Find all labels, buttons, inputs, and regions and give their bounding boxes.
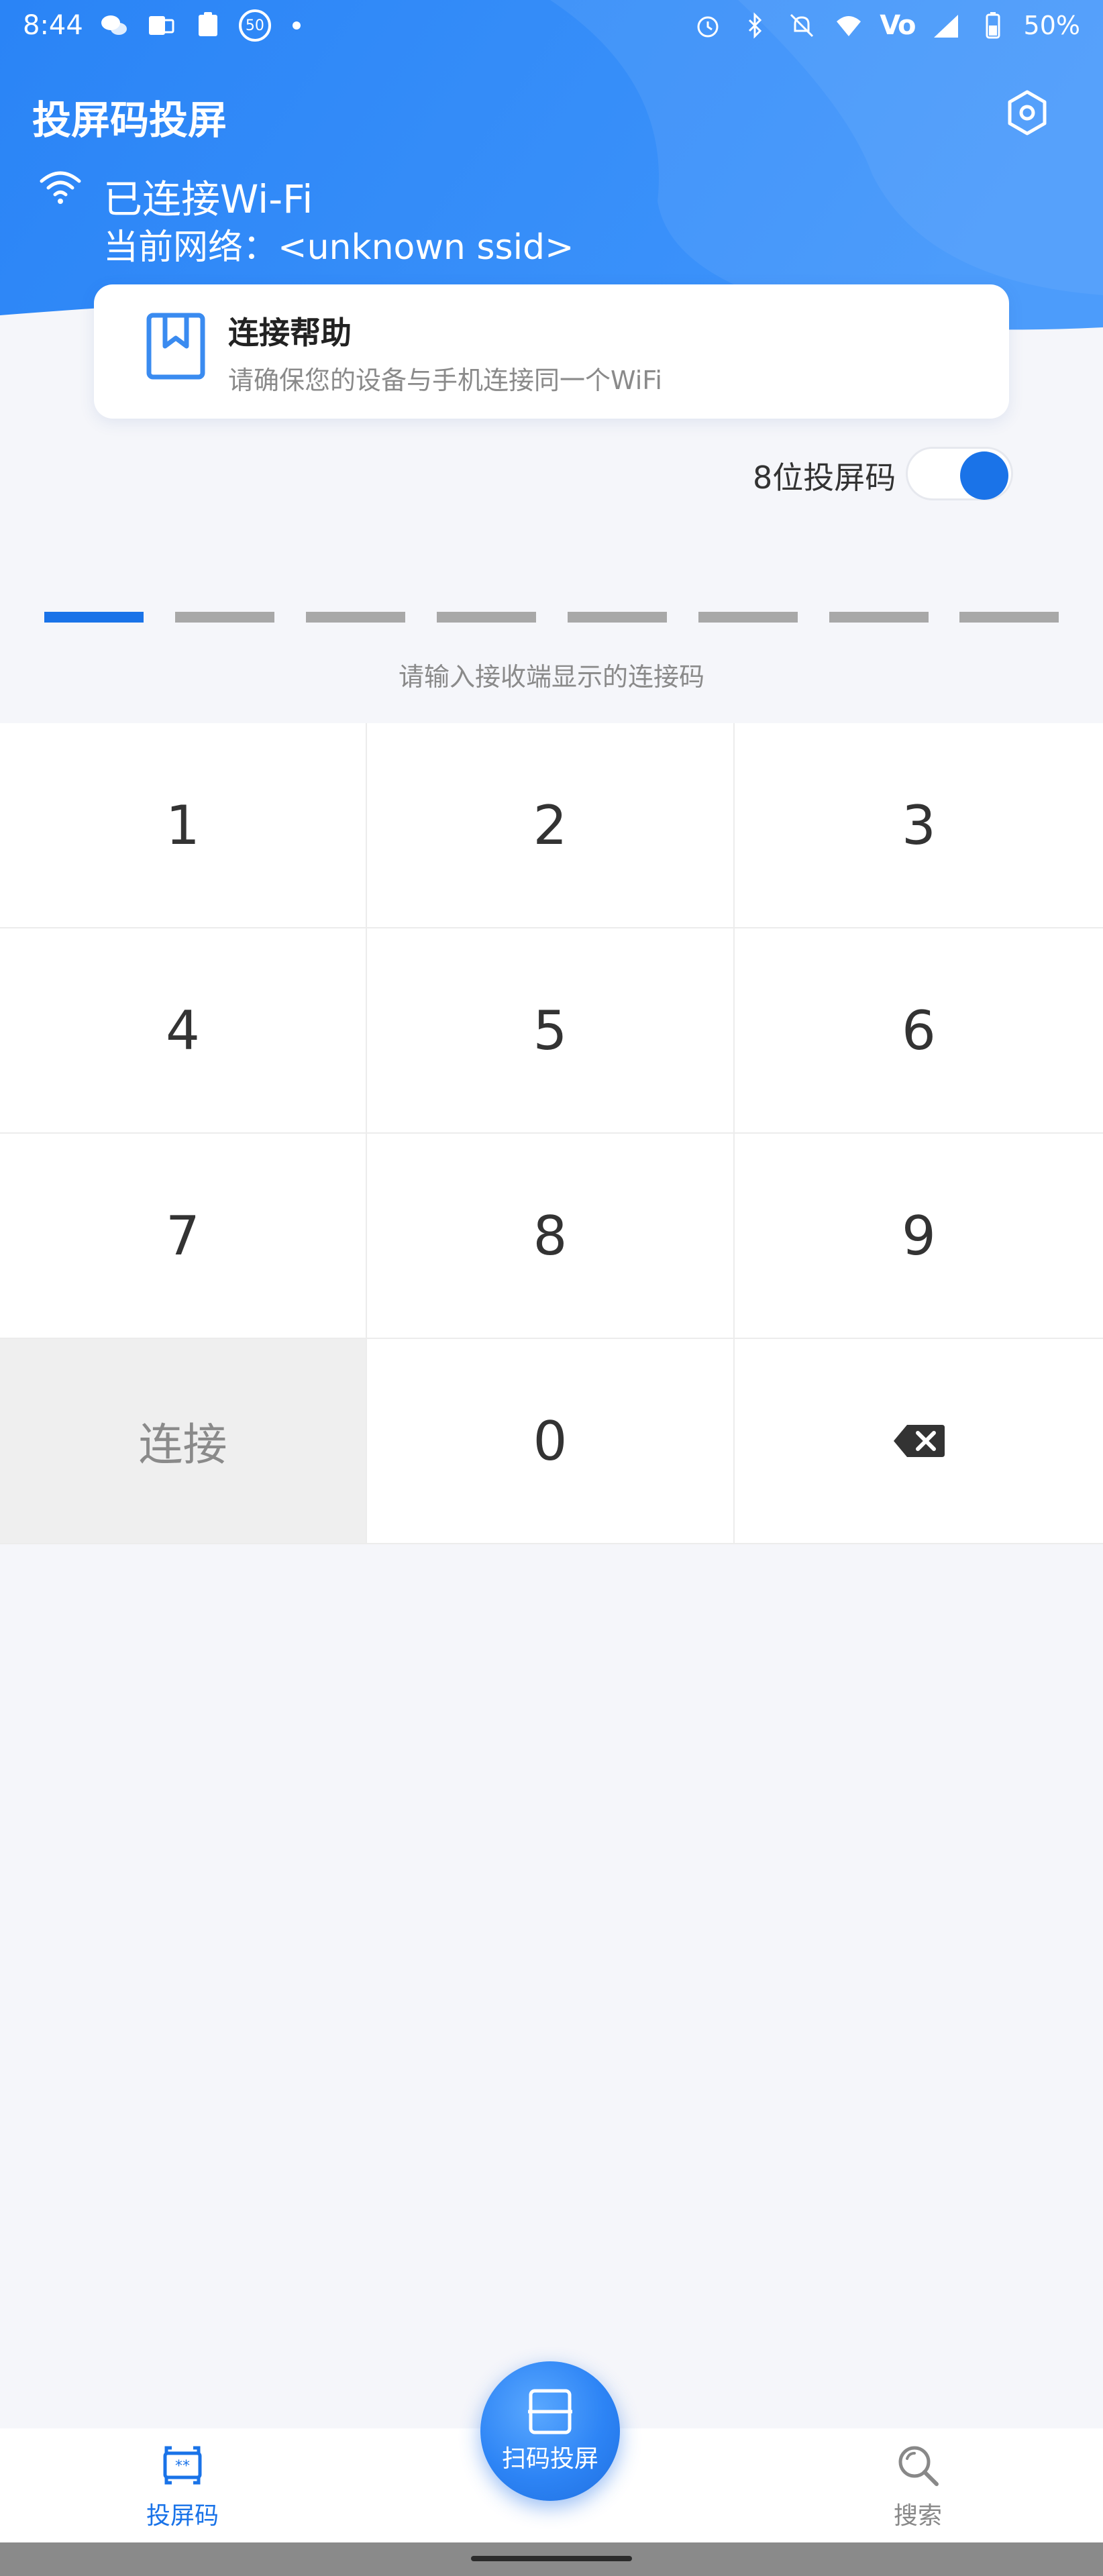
- wechat-icon: [98, 9, 130, 42]
- key-0[interactable]: 0: [367, 1339, 735, 1544]
- scan-cast-label: 扫码投屏: [501, 2445, 598, 2473]
- page-title: 投屏码投屏: [32, 97, 227, 143]
- code-slot: [437, 612, 536, 623]
- clipboard-icon: [192, 9, 224, 42]
- key-3[interactable]: 3: [735, 723, 1103, 928]
- system-gesture-bar: [0, 2542, 1103, 2576]
- key-2[interactable]: 2: [367, 723, 735, 928]
- wifi-icon: [40, 171, 81, 204]
- connection-help-card[interactable]: 连接帮助 请确保您的设备与手机连接同一个WiFi: [94, 284, 1009, 419]
- bluetooth-icon: [739, 9, 771, 42]
- code-slot: [175, 612, 274, 623]
- key-9[interactable]: 9: [735, 1134, 1103, 1339]
- bookmark-book-icon: [146, 313, 205, 380]
- code-slot: [829, 612, 929, 623]
- connect-button[interactable]: 连接: [0, 1339, 367, 1544]
- status-bar: 8:44 50 Vo 50%: [0, 0, 1103, 51]
- nav-search[interactable]: 搜索: [817, 2428, 1018, 2542]
- wifi-status-text: 已连接Wi-Fi: [103, 176, 313, 222]
- key-6[interactable]: 6: [735, 928, 1103, 1134]
- settings-button[interactable]: [1004, 86, 1051, 140]
- battery-percent: 50%: [1023, 11, 1080, 40]
- code-slot: [44, 612, 144, 623]
- status-time: 8:44: [23, 10, 83, 41]
- key-1[interactable]: 1: [0, 723, 367, 928]
- nav-cast-code[interactable]: ** 投屏码: [82, 2428, 283, 2542]
- wifi-indicator: [39, 168, 82, 205]
- current-network-text: 当前网络：<unknown ssid>: [103, 227, 574, 268]
- backspace-icon: [893, 1425, 945, 1457]
- outlook-icon: [145, 9, 177, 42]
- key-5[interactable]: 5: [367, 928, 735, 1134]
- help-title: 连接帮助: [228, 315, 352, 351]
- key-8[interactable]: 8: [367, 1134, 735, 1339]
- dot-icon: [292, 21, 301, 30]
- mute-icon: [786, 9, 818, 42]
- toggle-knob: [960, 451, 1008, 500]
- code-slot: [568, 612, 667, 623]
- code-hint-text: 请输入接收端显示的连接码: [398, 662, 704, 692]
- scan-icon: [528, 2389, 572, 2434]
- code-slot: [306, 612, 405, 623]
- key-4[interactable]: 4: [0, 928, 367, 1134]
- cast-code-icon: **: [163, 2446, 202, 2485]
- volte-icon: Vo: [880, 10, 916, 41]
- code-slot: [959, 612, 1059, 623]
- backspace-button[interactable]: [735, 1339, 1103, 1544]
- svg-text:**: **: [175, 2458, 190, 2475]
- code-length-label: 8位投屏码: [753, 460, 896, 496]
- code-input-slots[interactable]: [44, 612, 1059, 623]
- scan-cast-button[interactable]: 扫码投屏: [480, 2361, 620, 2501]
- notification-50-icon: 50: [238, 9, 271, 42]
- alarm-icon: [692, 9, 724, 42]
- key-7[interactable]: 7: [0, 1134, 367, 1339]
- nav-cast-code-label: 投屏码: [146, 2502, 219, 2530]
- home-gesture-handle[interactable]: [471, 2556, 632, 2561]
- hexagon-settings-icon: [1008, 90, 1047, 136]
- nav-search-label: 搜索: [893, 2502, 942, 2530]
- search-icon: [898, 2446, 939, 2486]
- signal-icon: [930, 9, 962, 42]
- wifi-icon: [833, 9, 865, 42]
- numeric-keypad: 1 2 3 4 5 6 7 8 9 连接 0: [0, 723, 1103, 1544]
- eight-digit-toggle[interactable]: [906, 447, 1013, 500]
- battery-icon: [977, 9, 1009, 42]
- help-description: 请确保您的设备与手机连接同一个WiFi: [228, 366, 662, 395]
- code-slot: [698, 612, 798, 623]
